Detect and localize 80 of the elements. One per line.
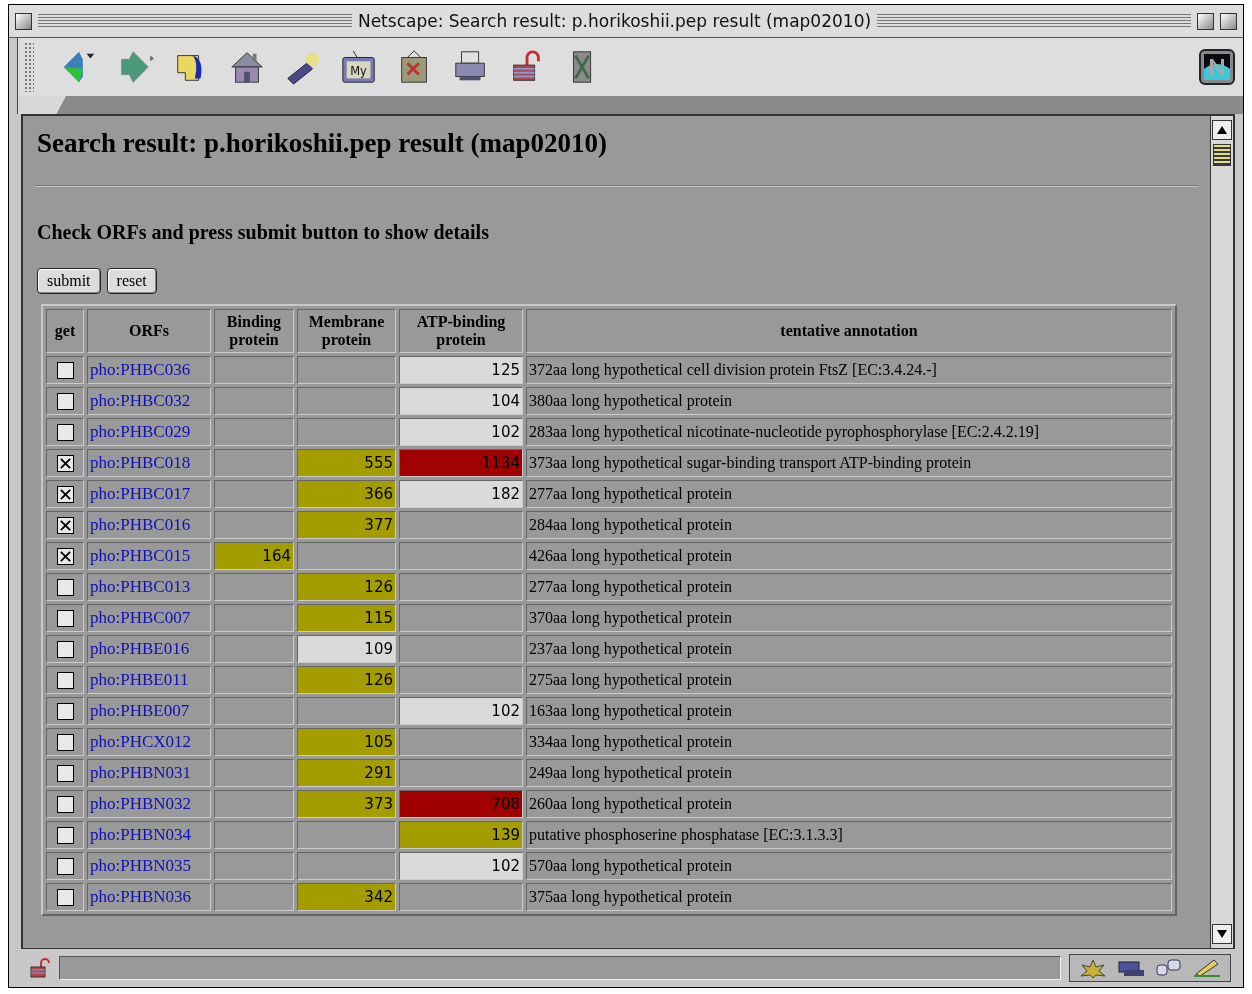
- score-cell: 102: [399, 418, 523, 446]
- column-header: ATP-binding protein: [399, 309, 523, 353]
- netscape-logo-icon[interactable]: [1199, 49, 1235, 85]
- form-button[interactable]: submit: [37, 268, 101, 294]
- score-cell: 377: [297, 511, 396, 539]
- annotation-cell: 372aa long hypothetical cell division protein FtsZ [EC:3.4.24.-]: [526, 356, 1172, 384]
- score-cell: 115: [297, 604, 396, 632]
- column-header: Membrane protein: [297, 309, 396, 353]
- score-cell: 1134: [399, 449, 523, 477]
- checkbox[interactable]: [56, 548, 74, 566]
- score-cell: 102: [399, 852, 523, 880]
- score-cell: 102: [399, 697, 523, 725]
- column-header: tentative annotation: [526, 309, 1172, 353]
- annotation-cell: 380aa long hypothetical protein: [526, 387, 1172, 415]
- checkbox[interactable]: [56, 610, 74, 628]
- checkbox[interactable]: [56, 765, 74, 783]
- annotation-cell: 570aa long hypothetical protein: [526, 852, 1172, 880]
- score-cell: 291: [297, 759, 396, 787]
- annotation-cell: 260aa long hypothetical protein: [526, 790, 1172, 818]
- score-cell: 555: [297, 449, 396, 477]
- annotation-cell: 370aa long hypothetical protein: [526, 604, 1172, 632]
- annotation-cell: 373aa long hypothetical sugar-binding transport ATP-binding protein: [526, 449, 1172, 477]
- checkbox[interactable]: [56, 889, 74, 907]
- checkbox[interactable]: [56, 486, 74, 504]
- close-box[interactable]: [15, 12, 32, 30]
- checkbox[interactable]: [56, 641, 74, 659]
- column-header: get: [46, 309, 84, 353]
- checkbox[interactable]: [56, 579, 74, 597]
- column-header: Binding protein: [214, 309, 294, 353]
- toolbar-grip[interactable]: [24, 42, 34, 92]
- annotation-cell: 249aa long hypothetical protein: [526, 759, 1172, 787]
- score-cell: 708: [399, 790, 523, 818]
- score-cell: 366: [297, 480, 396, 508]
- score-cell: 182: [399, 480, 523, 508]
- checkbox[interactable]: [56, 517, 74, 535]
- padlock-icon[interactable]: [29, 958, 51, 978]
- page-heading: Search result: p.horikoshii.pep result (map02010): [37, 128, 609, 159]
- scroll-thumb[interactable]: [1213, 144, 1231, 166]
- checkbox[interactable]: [56, 455, 74, 473]
- score-cell: 126: [297, 666, 396, 694]
- score-cell: 125: [399, 356, 523, 384]
- checkbox[interactable]: [56, 424, 74, 442]
- score-cell: 164: [214, 542, 294, 570]
- checkbox[interactable]: [56, 703, 74, 721]
- score-cell: 109: [297, 635, 396, 663]
- composer-icon[interactable]: [1192, 958, 1222, 978]
- annotation-cell: 284aa long hypothetical protein: [526, 511, 1172, 539]
- score-cell: 342: [297, 883, 396, 911]
- annotation-cell: 426aa long hypothetical protein: [526, 542, 1172, 570]
- checkbox[interactable]: [56, 858, 74, 876]
- column-header: ORFs: [87, 309, 211, 353]
- checkbox[interactable]: [56, 362, 74, 380]
- scroll-down-icon[interactable]: [1212, 924, 1232, 944]
- discussion-icon[interactable]: [1154, 958, 1184, 978]
- checkbox[interactable]: [56, 796, 74, 814]
- checkbox[interactable]: [56, 672, 74, 690]
- score-cell: 104: [399, 387, 523, 415]
- annotation-cell: 163aa long hypothetical protein: [526, 697, 1172, 725]
- scroll-up-icon[interactable]: [1212, 120, 1232, 140]
- annotation-cell: 275aa long hypothetical protein: [526, 666, 1172, 694]
- checkbox[interactable]: [56, 734, 74, 752]
- annotation-cell: 237aa long hypothetical protein: [526, 635, 1172, 663]
- vertical-scrollbar[interactable]: [1210, 116, 1233, 948]
- annotation-cell: 334aa long hypothetical protein: [526, 728, 1172, 756]
- zoom-box[interactable]: [1197, 12, 1214, 30]
- annotation-cell: 277aa long hypothetical protein: [526, 573, 1172, 601]
- score-cell: 126: [297, 573, 396, 601]
- instruction-text: Check ORFs and press submit button to show details: [37, 221, 490, 244]
- annotation-cell: 277aa long hypothetical protein: [526, 480, 1172, 508]
- score-cell: 105: [297, 728, 396, 756]
- window-title: Netscape: Search result: p.horikoshii.pep result (map02010): [357, 11, 872, 31]
- form-button[interactable]: reset: [106, 268, 157, 294]
- annotation-cell: 375aa long hypothetical protein: [526, 883, 1172, 911]
- collapse-box[interactable]: [1220, 12, 1237, 30]
- checkbox[interactable]: [56, 393, 74, 411]
- score-cell: 139: [399, 821, 523, 849]
- score-cell: 373: [297, 790, 396, 818]
- annotation-cell: 283aa long hypothetical nicotinate-nucleotide pyrophosphorylase [EC:2.4.2.19]: [526, 418, 1172, 446]
- checkbox[interactable]: [56, 827, 74, 845]
- annotation-cell: putative phosphoserine phosphatase [EC:3.1.3.3]: [526, 821, 1172, 849]
